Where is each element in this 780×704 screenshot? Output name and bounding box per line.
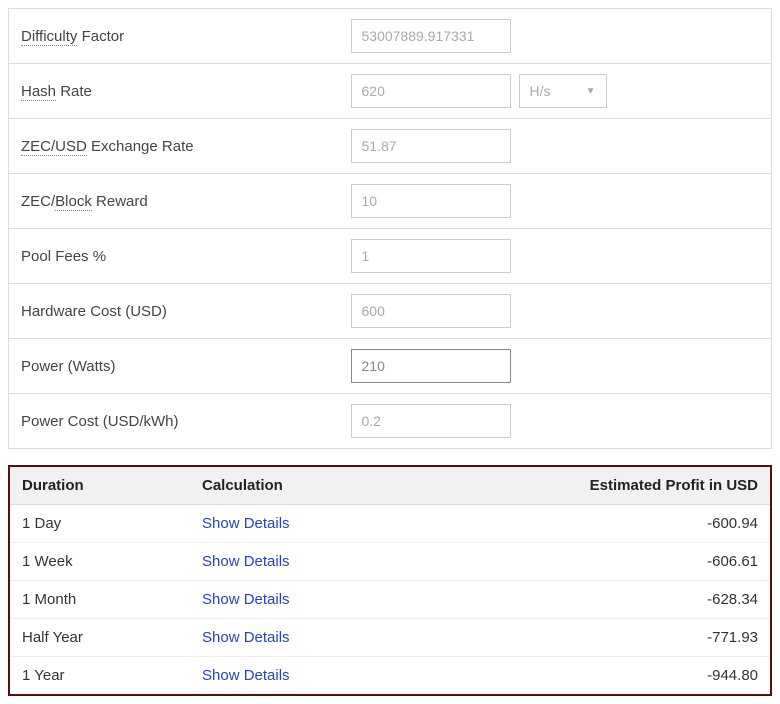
cell-duration: 1 Week: [10, 543, 190, 581]
form-label: Hardware Cost (USD): [9, 284, 339, 339]
label-part: ZEC/: [21, 193, 55, 210]
hash-unit-select[interactable]: H/s ▼: [519, 74, 607, 108]
show-details-link[interactable]: Show Details: [202, 667, 290, 684]
results-panel: Duration Calculation Estimated Profit in…: [8, 465, 772, 696]
cell-calculation: Show Details: [190, 619, 403, 657]
label-part: Reward: [92, 193, 148, 210]
label-part: Exchange Rate: [87, 138, 194, 155]
table-row: 1 Day Show Details -600.94: [10, 505, 770, 543]
form-row: Hash Rate H/s ▼: [9, 64, 772, 119]
form-row: Power (Watts): [9, 339, 772, 394]
cell-calculation: Show Details: [190, 543, 403, 581]
form-input-cell: [339, 284, 772, 339]
col-duration: Duration: [10, 467, 190, 505]
cell-duration: 1 Year: [10, 657, 190, 695]
show-details-link[interactable]: Show Details: [202, 553, 290, 570]
form-row: ZEC/Block Reward: [9, 174, 772, 229]
label-part: Hardware Cost (USD): [21, 303, 167, 320]
label-part: Power (Watts): [21, 358, 115, 375]
label-part: Hash: [21, 83, 56, 101]
label-part: Rate: [56, 83, 92, 100]
form-input-cell: [339, 339, 772, 394]
form-input-cell: [339, 119, 772, 174]
form-input[interactable]: [351, 294, 511, 328]
cell-duration: 1 Day: [10, 505, 190, 543]
form-label: Difficulty Factor: [9, 9, 339, 64]
cell-profit: -771.93: [403, 619, 770, 657]
form-input[interactable]: [351, 404, 511, 438]
cell-calculation: Show Details: [190, 581, 403, 619]
cell-profit: -606.61: [403, 543, 770, 581]
form-label: ZEC/Block Reward: [9, 174, 339, 229]
show-details-link[interactable]: Show Details: [202, 591, 290, 608]
cell-profit: -944.80: [403, 657, 770, 695]
form-input[interactable]: [351, 184, 511, 218]
form-input[interactable]: [351, 349, 511, 383]
calculator-form: Difficulty FactorHash RateH/s▼ZEC/USD Ex…: [8, 8, 772, 449]
table-row: 1 Month Show Details -628.34: [10, 581, 770, 619]
label-part: Block: [55, 193, 92, 211]
form-input-cell: [339, 229, 772, 284]
form-row: Difficulty Factor: [9, 9, 772, 64]
cell-profit: -600.94: [403, 505, 770, 543]
table-row: Half Year Show Details -771.93: [10, 619, 770, 657]
form-label: Pool Fees %: [9, 229, 339, 284]
label-part: Pool Fees %: [21, 248, 106, 265]
col-profit: Estimated Profit in USD: [403, 467, 770, 505]
cell-profit: -628.34: [403, 581, 770, 619]
show-details-link[interactable]: Show Details: [202, 629, 290, 646]
table-row: 1 Week Show Details -606.61: [10, 543, 770, 581]
form-row: Power Cost (USD/kWh): [9, 394, 772, 449]
form-input-cell: [339, 174, 772, 229]
form-label: Hash Rate: [9, 64, 339, 119]
form-row: Hardware Cost (USD): [9, 284, 772, 339]
label-part: ZEC/USD: [21, 138, 87, 156]
table-row: 1 Year Show Details -944.80: [10, 657, 770, 695]
chevron-down-icon: ▼: [586, 86, 596, 97]
label-part: Power Cost (USD/kWh): [21, 413, 179, 430]
label-part: Difficulty: [21, 28, 77, 46]
form-label: ZEC/USD Exchange Rate: [9, 119, 339, 174]
cell-calculation: Show Details: [190, 505, 403, 543]
cell-calculation: Show Details: [190, 657, 403, 695]
form-input-cell: H/s ▼: [339, 64, 772, 119]
col-calculation: Calculation: [190, 467, 403, 505]
label-part: Factor: [77, 28, 124, 45]
results-table: Duration Calculation Estimated Profit in…: [10, 467, 770, 694]
form-input-cell: [339, 394, 772, 449]
form-input[interactable]: [351, 239, 511, 273]
form-input[interactable]: [351, 19, 511, 53]
select-value: H/s: [530, 83, 551, 99]
form-row: Pool Fees %: [9, 229, 772, 284]
form-label: Power (Watts): [9, 339, 339, 394]
form-input[interactable]: [351, 74, 511, 108]
show-details-link[interactable]: Show Details: [202, 515, 290, 532]
form-input[interactable]: [351, 129, 511, 163]
cell-duration: Half Year: [10, 619, 190, 657]
form-input-cell: [339, 9, 772, 64]
form-label: Power Cost (USD/kWh): [9, 394, 339, 449]
cell-duration: 1 Month: [10, 581, 190, 619]
form-row: ZEC/USD Exchange Rate: [9, 119, 772, 174]
